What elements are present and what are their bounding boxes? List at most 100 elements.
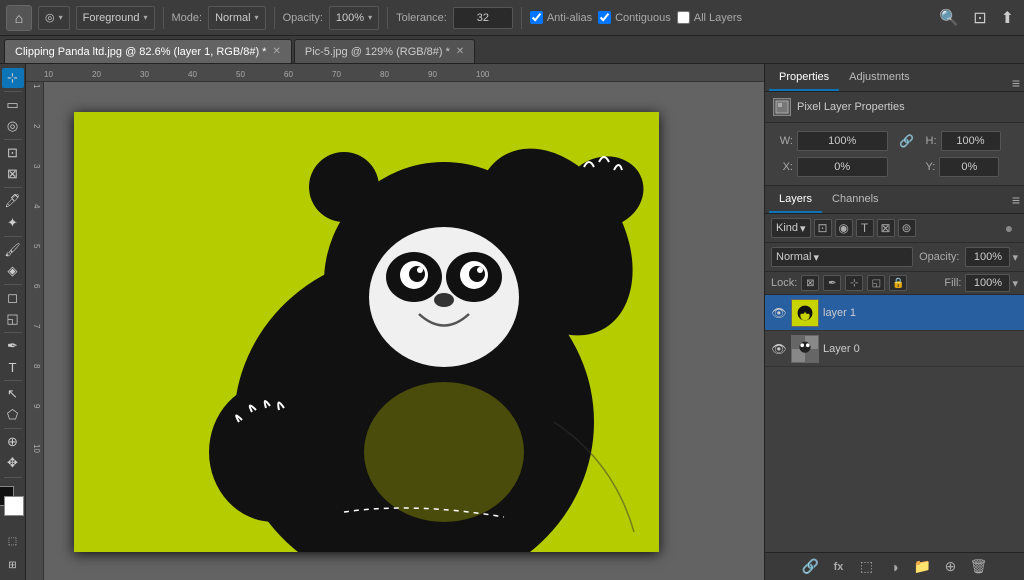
tab-channels[interactable]: Channels [822,187,888,213]
layer0-thumbnail [791,335,819,363]
tab-properties[interactable]: Properties [769,65,839,91]
layer-group-btn[interactable]: 📁 [913,557,933,577]
layer-row-layer0[interactable]: 👁 Layer 0 [765,331,1024,367]
lock-artboard-btn[interactable]: ◱ [867,275,885,291]
anti-alias-checkbox[interactable] [530,11,543,24]
opacity-input[interactable] [965,247,1010,267]
x-input[interactable] [797,157,888,177]
layer-filter-type[interactable]: T [856,219,874,237]
move-tool[interactable]: ⊹ [2,68,24,88]
layer-filter-pixel[interactable]: ⊡ [814,219,832,237]
mode-dropdown[interactable]: Normal ▾ [208,6,265,30]
layer1-name: layer 1 [823,307,1018,319]
contiguous-checkbox[interactable] [598,11,611,24]
kind-dropdown[interactable]: Kind ▾ [771,218,811,238]
ruler-mark-h: 10 [44,70,92,79]
layer-delete-btn[interactable]: 🗑 [969,557,989,577]
ruler-mark-h: 50 [236,70,284,79]
all-layers-checkbox[interactable] [677,11,690,24]
brush-tool[interactable]: 🖌 [2,240,24,260]
share-button[interactable]: ⬆ [997,6,1018,30]
lasso-tool[interactable]: ◎ [2,116,24,136]
canvas-viewport[interactable] [44,82,764,580]
ruler-mark-v: 8 [30,362,43,402]
layer-new-btn[interactable]: ⊕ [941,557,961,577]
eyedropper-tool[interactable]: 🖊 [2,191,24,211]
foreground-dropdown[interactable]: Foreground ▾ [76,6,155,30]
layer-link-btn[interactable]: 🔗 [801,557,821,577]
tab-clipping-panda-close[interactable]: ✕ [272,46,280,57]
frame-tool[interactable]: ⊠ [2,164,24,184]
w-input[interactable] [797,131,888,151]
ruler-mark-v: 5 [30,242,43,282]
separator-3 [387,7,388,29]
tool-divider-7 [4,380,22,381]
opacity-dropdown[interactable]: 100% ▾ [329,6,379,30]
marquee-tool[interactable]: ▭ [2,95,24,115]
layer1-visibility[interactable]: 👁 [771,305,787,321]
tool-divider-4 [4,236,22,237]
opacity-arrow[interactable]: ▾ [1012,251,1018,264]
ruler-mark-h: 90 [428,70,476,79]
layers-menu-icon[interactable]: ≡ [1012,192,1020,208]
canvas-body: 1 2 3 4 5 6 7 8 9 10 [26,82,764,580]
layer-filter-adjust[interactable]: ◉ [835,219,853,237]
gradient-tool[interactable]: ◱ [2,309,24,329]
lock-position-btn[interactable]: ⊹ [845,275,863,291]
path-tool[interactable]: ↖ [2,384,24,404]
lock-paint-btn[interactable]: ✒ [823,275,841,291]
tab-clipping-panda[interactable]: Clipping Panda ltd.jpg @ 82.6% (layer 1,… [4,39,292,63]
layer-row-layer1[interactable]: 👁 layer 1 [765,295,1024,331]
tab-layers[interactable]: Layers [769,187,822,213]
tab-adjustments[interactable]: Adjustments [839,65,920,91]
search-button[interactable]: 🔍 [935,6,963,30]
lock-all-btn[interactable]: 🔒 [889,275,907,291]
w-label: W: [773,135,793,147]
lock-pixels-btn[interactable]: ⊠ [801,275,819,291]
tab-pic5[interactable]: Pic-5.jpg @ 129% (RGB/8#) * ✕ [294,39,475,63]
fill-arrow[interactable]: ▾ [1012,277,1018,290]
tool-divider-1 [4,91,22,92]
properties-menu-icon[interactable]: ≡ [1012,75,1020,91]
arrange-button[interactable]: ⊡ [969,6,990,30]
hand-tool[interactable]: ✥ [2,453,24,473]
screen-mode-btn[interactable]: ⊞ [2,554,24,576]
background-color[interactable] [4,496,24,516]
tab-pic5-close[interactable]: ✕ [456,46,464,57]
ruler-mark-h: 40 [188,70,236,79]
layer-fx-btn[interactable]: fx [829,557,849,577]
pixel-layer-label: Pixel Layer Properties [797,101,905,113]
main-area: ⊹ ▭ ◎ ⊡ ⊠ 🖊 ✦ 🖌 ◈ ◻ ◱ ✒ T ↖ ⬠ ⊕ ✥ ⬚ ⊞ [0,64,1024,580]
layer-filter-smart[interactable]: ⊚ [898,219,916,237]
fill-label: Fill: [944,277,961,289]
layer-filter-toggle[interactable]: ● [1000,219,1018,237]
tool-divider-6 [4,332,22,333]
ruler-mark-v: 1 [30,82,43,122]
tool-selector[interactable]: ◎ ▾ [38,6,70,30]
link-icon[interactable]: 🔗 [892,134,922,148]
home-button[interactable]: ⌂ [6,5,32,31]
y-input[interactable] [939,157,999,177]
opacity-label: Opacity: [283,12,323,24]
tool-divider-2 [4,139,22,140]
layer0-visibility[interactable]: 👁 [771,341,787,357]
layers-section: Layers Channels ≡ Kind ▾ ⊡ ◉ T ⊠ ⊚ ● [765,186,1024,580]
crop-tool[interactable]: ⊡ [2,143,24,163]
tolerance-input[interactable] [453,7,513,29]
stamp-tool[interactable]: ◈ [2,261,24,281]
tab-pic5-label: Pic-5.jpg @ 129% (RGB/8#) * [305,46,450,58]
eraser-tool[interactable]: ◻ [2,288,24,308]
quick-mask-btn[interactable]: ⬚ [2,530,24,552]
pen-tool[interactable]: ✒ [2,336,24,356]
shape-tool[interactable]: ⬠ [2,405,24,425]
layer-adjustment-btn[interactable]: ◑ [885,557,905,577]
type-tool[interactable]: T [2,357,24,377]
properties-section: Properties Adjustments ≡ Pixel Layer Pro… [765,64,1024,186]
blend-mode-dropdown[interactable]: Normal ▾ [771,247,913,267]
layer-filter-shape[interactable]: ⊠ [877,219,895,237]
healing-tool[interactable]: ✦ [2,213,24,233]
fill-input[interactable] [965,274,1010,292]
zoom-tool[interactable]: ⊕ [2,432,24,452]
h-input[interactable] [941,131,1001,151]
layer-mask-btn[interactable]: ⬚ [857,557,877,577]
